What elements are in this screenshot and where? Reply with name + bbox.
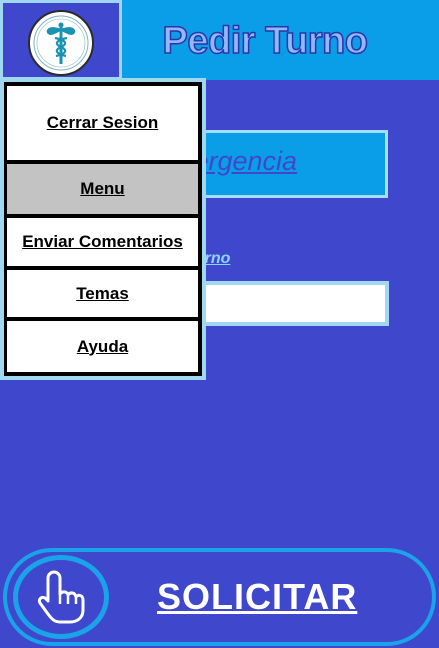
menu-item-cerrar-sesion[interactable]: Cerrar Sesion [7, 86, 198, 160]
app-header: Pedir Turno [0, 0, 439, 80]
page-title: Pedir Turno [162, 19, 369, 63]
logo-button[interactable] [0, 0, 122, 80]
solicitar-label: SOLICITAR [157, 576, 358, 617]
solicitar-button[interactable]: SOLICITAR [3, 548, 436, 646]
menu-item-temas[interactable]: Temas [7, 270, 198, 317]
menu-item-enviar-comentarios[interactable]: Enviar Comentarios [7, 218, 198, 266]
menu-list: Cerrar Sesion Menu Enviar Comentarios Te… [4, 82, 202, 376]
hand-pointer-icon [13, 555, 109, 639]
menu-item-menu[interactable]: Menu [7, 164, 198, 214]
menu-item-ayuda[interactable]: Ayuda [7, 321, 198, 372]
dropdown-menu: Cerrar Sesion Menu Enviar Comentarios Te… [0, 78, 206, 380]
caduceus-logo-icon [28, 10, 94, 76]
